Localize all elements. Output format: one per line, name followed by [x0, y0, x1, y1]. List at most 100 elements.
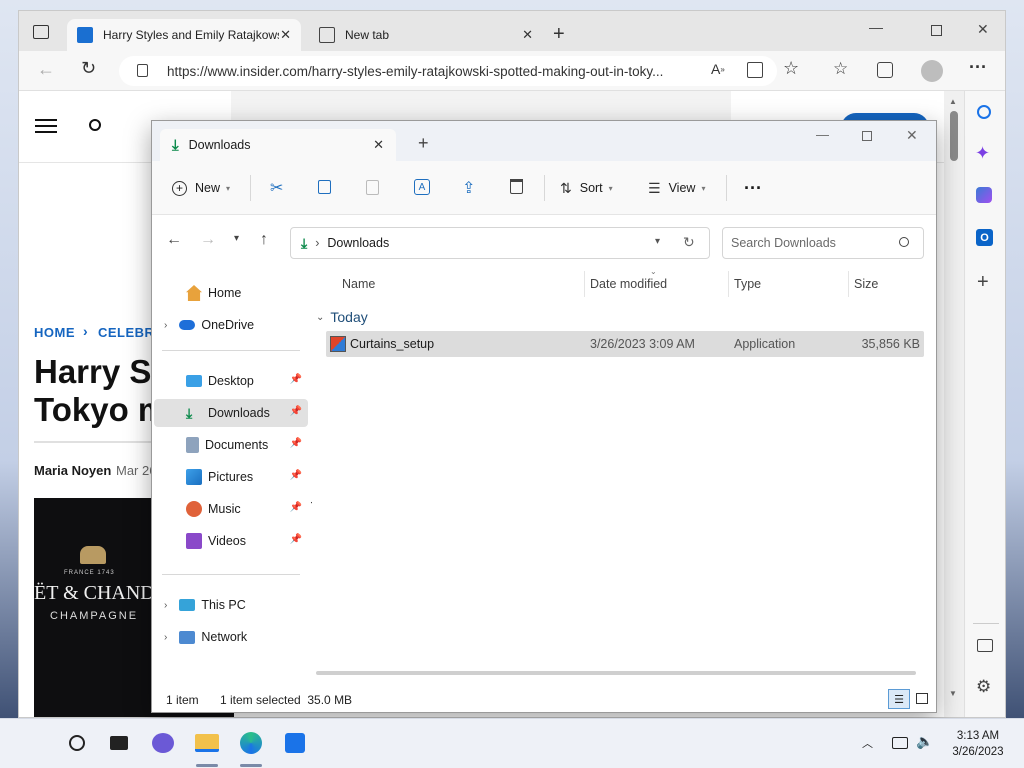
- pin-icon[interactable]: 📌: [290, 534, 302, 545]
- paste-icon[interactable]: [366, 180, 379, 195]
- nav-item-music[interactable]: Music 📌: [154, 495, 308, 523]
- favorites-icon[interactable]: ☆: [833, 59, 848, 79]
- new-tab-icon[interactable]: +: [553, 23, 565, 46]
- store-icon[interactable]: [282, 730, 308, 756]
- browser-tab-insider[interactable]: Harry Styles and Emily Ratajkows ✕: [67, 19, 301, 51]
- network-status-icon[interactable]: [892, 737, 908, 749]
- show-hidden-icons-chevron-icon[interactable]: ︿: [862, 735, 873, 751]
- collections-icon[interactable]: [877, 62, 893, 78]
- volume-icon[interactable]: 🔈: [916, 733, 933, 750]
- pin-icon[interactable]: 📌: [290, 438, 302, 449]
- search-icon[interactable]: [899, 237, 909, 247]
- back-icon[interactable]: ←: [166, 231, 182, 249]
- recent-locations-chevron-icon[interactable]: ▾: [234, 233, 239, 244]
- nav-item-home[interactable]: Home: [154, 279, 308, 307]
- view-button[interactable]: ☰ View ▾: [648, 175, 705, 201]
- tiles-view-icon[interactable]: [916, 693, 928, 704]
- details-view-icon[interactable]: ☰: [888, 689, 910, 709]
- collapse-chevron-icon[interactable]: ⌄: [316, 312, 324, 323]
- author-name[interactable]: Maria Noyen: [34, 463, 111, 478]
- scroll-down-icon[interactable]: ▼: [949, 689, 957, 698]
- pin-icon[interactable]: 📌: [290, 470, 302, 481]
- group-header-today[interactable]: ⌄ Today: [316, 307, 368, 327]
- explorer-tab-downloads[interactable]: ⤓ Downloads ✕: [160, 129, 396, 161]
- close-tab-icon[interactable]: ✕: [280, 27, 291, 43]
- browser-tab-newtab[interactable]: New tab ✕: [309, 19, 543, 51]
- nav-item-documents[interactable]: Documents 📌: [154, 431, 308, 459]
- close-tab-icon[interactable]: ✕: [522, 27, 533, 43]
- refresh-icon[interactable]: ↻: [81, 58, 96, 79]
- up-icon[interactable]: ↑: [260, 231, 268, 249]
- office-icon[interactable]: [976, 187, 992, 203]
- breadcrumb-item[interactable]: Downloads: [327, 236, 389, 250]
- tab-actions-icon[interactable]: [33, 25, 49, 39]
- pin-icon[interactable]: 📌: [290, 502, 302, 513]
- delete-icon[interactable]: [510, 179, 523, 194]
- sidebar-settings-icon[interactable]: ⚙: [976, 677, 991, 697]
- file-explorer-icon[interactable]: [194, 730, 220, 756]
- pin-icon[interactable]: 📌: [290, 374, 302, 385]
- new-button[interactable]: + New ▾: [172, 175, 230, 201]
- maximize-icon[interactable]: [931, 25, 942, 36]
- column-header-type[interactable]: Type: [734, 277, 761, 297]
- immersive-reader-icon[interactable]: [747, 62, 763, 78]
- chat-icon[interactable]: [150, 730, 176, 756]
- close-tab-icon[interactable]: ✕: [373, 137, 384, 153]
- edge-browser-icon[interactable]: [238, 730, 264, 756]
- new-tab-icon[interactable]: +: [418, 133, 429, 154]
- nav-item-network[interactable]: › Network: [154, 623, 308, 651]
- hide-sidebar-icon[interactable]: [977, 639, 993, 652]
- settings-more-icon[interactable]: ···: [969, 57, 987, 78]
- add-favorite-icon[interactable]: ☆: [783, 58, 799, 79]
- share-icon[interactable]: ⇪: [462, 175, 475, 201]
- sort-button[interactable]: ⇅ Sort ▾: [560, 175, 613, 201]
- expand-chevron-icon[interactable]: ›: [164, 600, 167, 611]
- nav-item-desktop[interactable]: Desktop 📌: [154, 367, 308, 395]
- search-icon[interactable]: [64, 730, 90, 756]
- breadcrumb[interactable]: ⤓ › Downloads ▾ ↻: [290, 227, 710, 259]
- close-window-icon[interactable]: ✕: [906, 127, 918, 144]
- scroll-up-icon[interactable]: ▲: [949, 97, 957, 106]
- cut-icon[interactable]: ✂: [270, 175, 283, 201]
- maximize-icon[interactable]: [862, 131, 872, 141]
- horizontal-scrollbar[interactable]: [316, 671, 916, 675]
- nav-item-downloads[interactable]: ⤓ Downloads 📌: [154, 399, 308, 427]
- table-row[interactable]: Curtains_setup 3/26/2023 3:09 AM Applica…: [326, 331, 924, 357]
- search-icon[interactable]: [89, 119, 101, 131]
- hamburger-menu-icon[interactable]: [35, 119, 57, 121]
- profile-avatar[interactable]: [921, 60, 943, 82]
- search-icon[interactable]: [977, 105, 991, 119]
- expand-chevron-icon[interactable]: ›: [164, 320, 167, 331]
- scroll-thumb[interactable]: [950, 111, 958, 161]
- clock-time[interactable]: 3:13 AM: [950, 730, 1006, 742]
- nav-item-onedrive[interactable]: › OneDrive: [154, 311, 308, 339]
- lock-icon[interactable]: [137, 64, 148, 77]
- search-input[interactable]: Search Downloads: [722, 227, 924, 259]
- see-more-icon[interactable]: ···: [744, 175, 762, 201]
- nav-item-videos[interactable]: Videos 📌: [154, 527, 308, 555]
- minimize-icon[interactable]: —: [816, 127, 829, 142]
- read-aloud-icon[interactable]: A»: [711, 61, 725, 77]
- expand-chevron-icon[interactable]: ›: [164, 632, 167, 643]
- column-header-date[interactable]: Date modified: [590, 277, 667, 297]
- minimize-icon[interactable]: —: [869, 19, 883, 35]
- page-scrollbar[interactable]: ▲ ▼: [944, 91, 964, 717]
- column-header-name[interactable]: Name: [342, 277, 375, 297]
- breadcrumb-home[interactable]: HOME: [34, 325, 75, 340]
- chevron-down-icon[interactable]: ▾: [655, 236, 660, 247]
- nav-item-pictures[interactable]: Pictures 📌: [154, 463, 308, 491]
- close-window-icon[interactable]: ✕: [977, 21, 989, 38]
- pin-icon[interactable]: 📌: [290, 406, 302, 417]
- back-icon[interactable]: ←: [37, 59, 55, 80]
- task-view-icon[interactable]: [106, 730, 132, 756]
- copilot-sparkle-icon[interactable]: ✦: [975, 143, 990, 164]
- refresh-icon[interactable]: ↻: [683, 234, 695, 251]
- nav-item-this-pc[interactable]: › This PC: [154, 591, 308, 619]
- address-bar[interactable]: https://www.insider.com/harry-styles-emi…: [119, 56, 777, 86]
- forward-icon[interactable]: →: [200, 231, 216, 249]
- start-windows-icon[interactable]: [20, 733, 42, 755]
- clock-date[interactable]: 3/26/2023: [946, 746, 1010, 758]
- column-header-size[interactable]: Size: [854, 277, 878, 297]
- outlook-icon[interactable]: O: [976, 229, 993, 246]
- copy-icon[interactable]: [318, 180, 331, 194]
